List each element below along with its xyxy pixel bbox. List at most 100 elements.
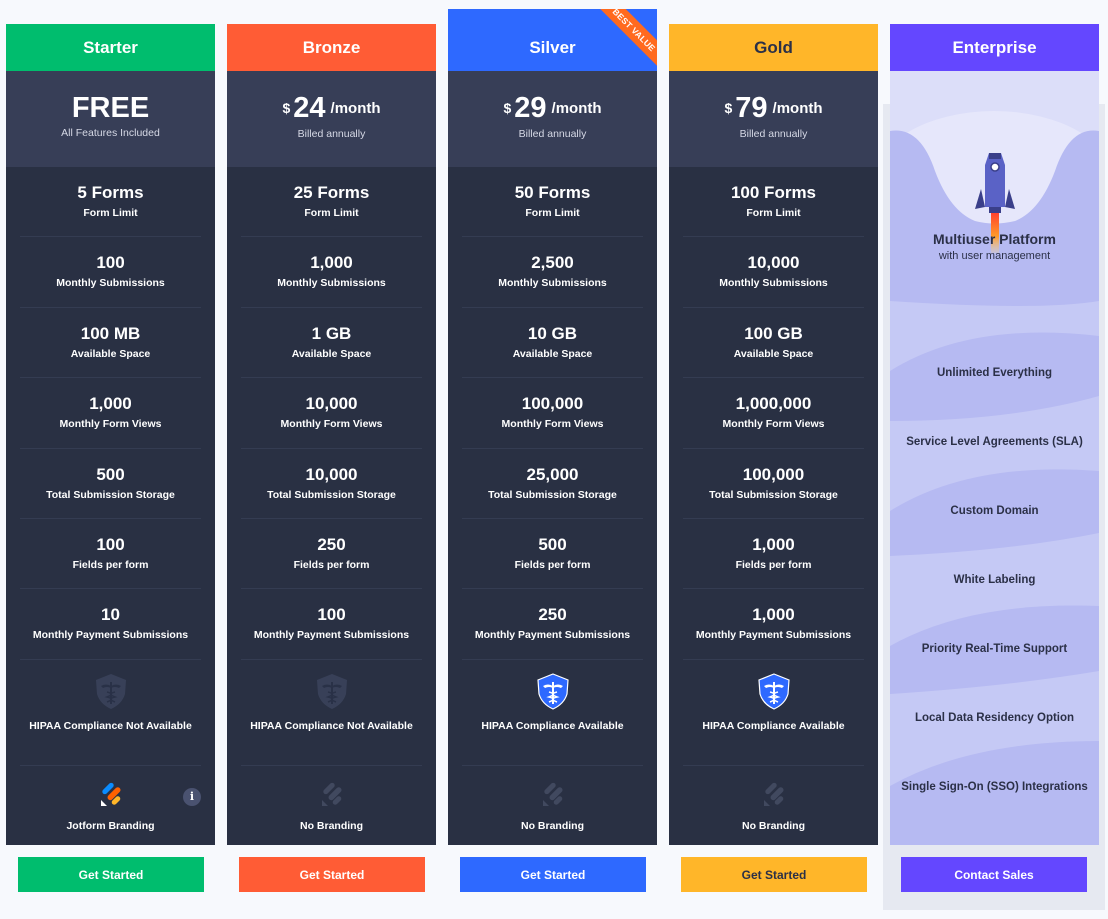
currency-symbol: $ bbox=[724, 100, 733, 116]
plan-name: Silver bbox=[529, 37, 576, 57]
feature-value: 1,000 bbox=[752, 534, 795, 554]
enterprise-feature: Local Data Residency Option bbox=[914, 712, 1075, 724]
feature-row: 100 Monthly Submissions bbox=[20, 237, 201, 308]
get-started-button-gold[interactable]: Get Started bbox=[681, 857, 867, 892]
plan-features-silver: 50 Forms Form Limit 2,500 Monthly Submis… bbox=[448, 167, 657, 845]
price-amount: 24 bbox=[293, 92, 326, 124]
plan-card-silver: Silver BEST VALUE $29/month Billed annua… bbox=[448, 9, 657, 845]
feature-value: 1,000 bbox=[752, 605, 795, 625]
branding-label: No Branding bbox=[300, 819, 363, 832]
feature-row: 1,000 Monthly Payment Submissions bbox=[683, 589, 864, 660]
price-period: /month bbox=[551, 100, 602, 117]
feature-value: 100,000 bbox=[521, 394, 584, 414]
feature-label: Monthly Form Views bbox=[59, 418, 162, 431]
branding-row: No Branding bbox=[683, 766, 864, 846]
feature-row: 250 Fields per form bbox=[241, 519, 422, 590]
enterprise-feature: Priority Real-Time Support bbox=[921, 643, 1068, 655]
feature-label: Total Submission Storage bbox=[46, 488, 175, 501]
feature-value: 100 bbox=[96, 253, 125, 273]
feature-value: 250 bbox=[317, 534, 346, 554]
feature-row: 1 GB Available Space bbox=[241, 308, 422, 379]
price-line: $79/month bbox=[669, 93, 878, 124]
feature-value: 10,000 bbox=[305, 394, 358, 414]
jotform-logo-disabled-icon bbox=[683, 782, 864, 808]
get-started-button-silver[interactable]: Get Started bbox=[460, 857, 646, 892]
info-icon[interactable]: i bbox=[183, 787, 201, 806]
plan-name: Bronze bbox=[302, 37, 361, 57]
price-subtext: All Features Included bbox=[61, 127, 160, 139]
hipaa-row: HIPAA Compliance Available bbox=[683, 660, 864, 766]
feature-row: 100,000 Monthly Form Views bbox=[462, 378, 643, 449]
price-amount: 79 bbox=[735, 92, 768, 124]
hipaa-shield-disabled-icon bbox=[20, 672, 201, 710]
feature-value: 5 Forms bbox=[77, 183, 144, 202]
feature-value: 1 GB bbox=[311, 323, 352, 343]
price-subtext: Billed annually bbox=[297, 128, 366, 140]
hipaa-label: HIPAA Compliance Available bbox=[702, 719, 845, 732]
hipaa-row: HIPAA Compliance Available bbox=[462, 660, 643, 766]
price-line: $29/month bbox=[448, 93, 657, 124]
get-started-button-bronze[interactable]: Get Started bbox=[239, 857, 425, 892]
feature-value: 100,000 bbox=[742, 464, 805, 484]
feature-label: Fields per form bbox=[72, 558, 149, 571]
feature-value: 1,000,000 bbox=[735, 394, 812, 414]
feature-label: Form Limit bbox=[746, 207, 801, 219]
plan-price-bronze: $24/month Billed annually bbox=[227, 71, 436, 167]
plan-name: Gold bbox=[754, 37, 793, 57]
currency-symbol: $ bbox=[282, 100, 291, 116]
jotform-logo-disabled-icon bbox=[241, 782, 422, 808]
feature-row: 100 Fields per form bbox=[20, 519, 201, 590]
feature-row: 5 Forms Form Limit bbox=[20, 167, 201, 238]
feature-value: 25,000 bbox=[526, 464, 579, 484]
enterprise-feature: White Labeling bbox=[953, 574, 1036, 586]
feature-value: 250 bbox=[538, 605, 567, 625]
feature-row: 1,000 Monthly Submissions bbox=[241, 237, 422, 308]
price-line: $24/month bbox=[227, 93, 436, 124]
feature-label: Monthly Payment Submissions bbox=[253, 629, 410, 642]
feature-value: 100 Forms bbox=[730, 183, 817, 202]
multiuser-title: Multiuser Platform bbox=[933, 231, 1056, 247]
enterprise-feature: Unlimited Everything bbox=[936, 367, 1053, 379]
feature-row: 100,000 Total Submission Storage bbox=[683, 449, 864, 519]
jotform-logo-disabled-icon bbox=[462, 782, 643, 808]
plan-features-gold: 100 Forms Form Limit 10,000 Monthly Subm… bbox=[669, 167, 878, 845]
feature-row: 1,000 Fields per form bbox=[683, 519, 864, 590]
feature-label: Monthly Submissions bbox=[498, 277, 607, 290]
feature-row: 1,000 Monthly Form Views bbox=[20, 378, 201, 449]
hipaa-label: HIPAA Compliance Not Available bbox=[29, 719, 192, 732]
enterprise-feature: Custom Domain bbox=[950, 505, 1039, 517]
feature-label: Available Space bbox=[70, 347, 151, 360]
feature-value: 25 Forms bbox=[293, 183, 370, 202]
price-subtext: Billed annually bbox=[739, 128, 808, 140]
plan-header-silver: Silver BEST VALUE bbox=[448, 9, 657, 71]
enterprise-panel: Multiuser Platform with user management … bbox=[890, 71, 1099, 845]
contact-sales-button[interactable]: Contact Sales bbox=[901, 857, 1087, 892]
enterprise-feature: Single Sign-On (SSO) Integrations bbox=[901, 781, 1088, 793]
branding-row: No Branding bbox=[462, 766, 643, 846]
feature-row: 25 Forms Form Limit bbox=[241, 167, 422, 238]
feature-label: Monthly Submissions bbox=[277, 277, 386, 290]
plan-features-bronze: 25 Forms Form Limit 1,000 Monthly Submis… bbox=[227, 167, 436, 845]
enterprise-feature: Service Level Agreements (SLA) bbox=[906, 436, 1083, 448]
feature-row: 50 Forms Form Limit bbox=[462, 167, 643, 238]
branding-label: Jotform Branding bbox=[66, 819, 155, 832]
hipaa-row: HIPAA Compliance Not Available bbox=[20, 660, 201, 766]
feature-label: Fields per form bbox=[735, 558, 812, 571]
plan-card-gold: Gold $79/month Billed annually 100 Forms… bbox=[669, 24, 878, 845]
feature-label: Total Submission Storage bbox=[267, 488, 396, 501]
plan-header-starter: Starter bbox=[6, 24, 215, 71]
feature-label: Monthly Payment Submissions bbox=[32, 629, 189, 642]
hipaa-shield-icon bbox=[462, 672, 643, 710]
plan-card-bronze: Bronze $24/month Billed annually 25 Form… bbox=[227, 24, 436, 845]
feature-label: Monthly Form Views bbox=[722, 418, 825, 431]
feature-value: 1,000 bbox=[89, 394, 132, 414]
plan-price-silver: $29/month Billed annually bbox=[448, 71, 657, 167]
feature-row: 2,500 Monthly Submissions bbox=[462, 237, 643, 308]
hipaa-shield-icon bbox=[683, 672, 864, 710]
feature-row: 1,000,000 Monthly Form Views bbox=[683, 378, 864, 449]
plan-header-gold: Gold bbox=[669, 24, 878, 71]
get-started-button-starter[interactable]: Get Started bbox=[18, 857, 204, 892]
plan-card-enterprise: Enterprise Multiuser Platform with user … bbox=[890, 24, 1099, 845]
feature-label: Monthly Payment Submissions bbox=[474, 629, 631, 642]
feature-value: 100 bbox=[317, 605, 346, 625]
